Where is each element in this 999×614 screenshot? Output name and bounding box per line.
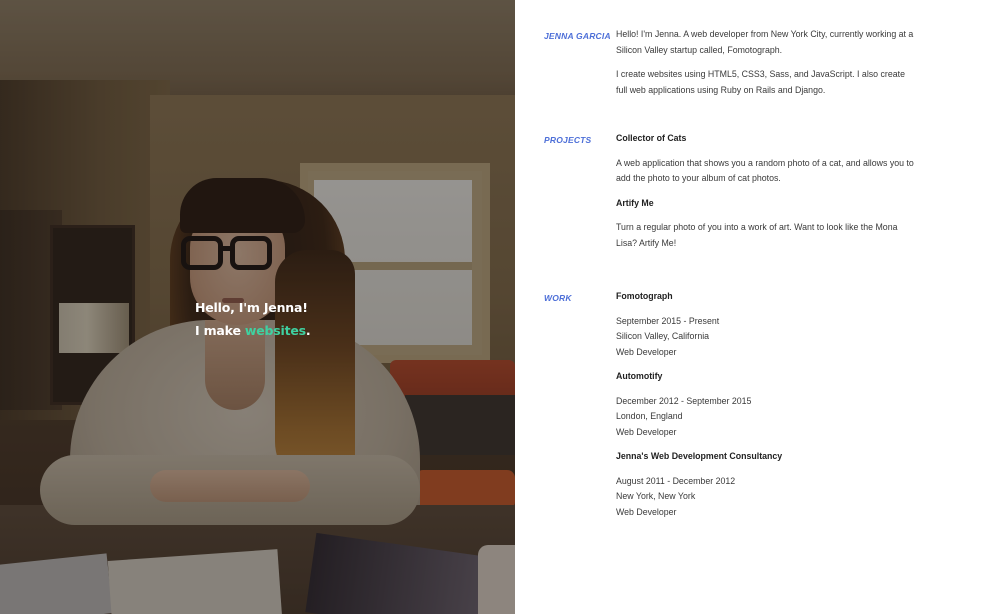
projects-label: PROJECTS [544,135,592,145]
work-body: Fomotograph September 2015 - Present Sil… [616,289,916,529]
job-role: Web Developer [616,426,677,437]
job-role: Web Developer [616,506,677,517]
project-title: Collector of Cats [616,133,687,143]
projects-body: Collector of Cats A web application that… [616,131,916,260]
project-title: Artify Me [616,197,654,208]
about-body: Hello! I'm Jenna. A web developer from N… [616,27,916,107]
hero-tagline-prefix: I make [195,323,245,338]
project-description: Turn a regular photo of you into a work … [616,222,898,248]
about-label: JENNA GARCIA [544,31,611,41]
hero-panel: Hello, I'm Jenna! I make websites. [0,0,515,614]
work-label: WORK [544,293,572,303]
hero-tagline-accent: websites [244,323,306,338]
job-company: Jenna's Web Development Consultancy [616,451,783,461]
hero-intro: Hello, I'm Jenna! I make websites. [195,296,311,342]
about-paragraph: I create websites using HTML5, CSS3, Sas… [616,69,905,95]
job-location: London, England [616,411,683,421]
project-description: A web application that shows you a rando… [616,157,914,184]
job-location: New York, New York [616,491,696,501]
job-dates: August 2011 - December 2012 [616,475,736,486]
hero-tagline: I make websites. [195,319,311,342]
job-details: August 2011 - December 2012 New York, Ne… [616,474,916,521]
job-details: September 2015 - Present Silicon Valley,… [616,314,916,361]
job-dates: September 2015 - Present [616,315,720,326]
job-role: Web Developer [616,346,677,357]
job-company: Automotify [616,371,663,381]
job-dates: December 2012 - September 2015 [616,395,752,406]
resume-content: JENNA GARCIA Hello! I'm Jenna. A web dev… [515,0,999,614]
about-paragraph: Hello! I'm Jenna. A web developer from N… [616,29,914,55]
job-details: December 2012 - September 2015 London, E… [616,394,916,441]
job-location: Silicon Valley, California [616,331,710,341]
job-company: Fomotograph [616,291,673,301]
hero-greeting: Hello, I'm Jenna! [195,300,308,315]
hero-tagline-suffix: . [305,323,311,338]
